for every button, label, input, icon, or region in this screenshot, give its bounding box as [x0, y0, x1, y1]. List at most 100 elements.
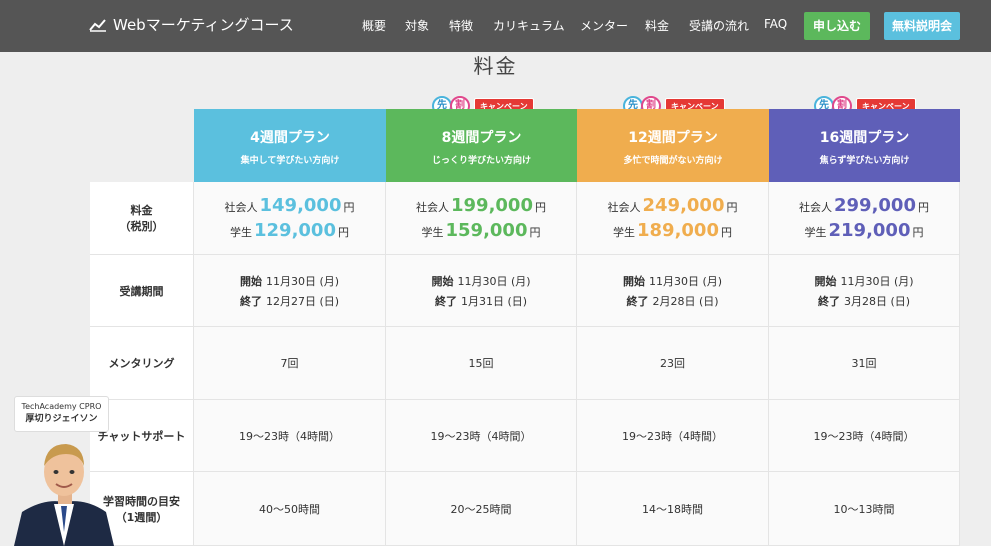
hours-cell: 20〜25時間: [386, 472, 577, 546]
plan-subtitle: じっくり学びたい方向け: [431, 156, 531, 166]
student-label: 学生: [613, 226, 635, 239]
nav-flow[interactable]: 受講の流れ: [689, 17, 749, 34]
chart-line-icon: [89, 18, 106, 32]
worker-label: 社会人: [799, 201, 832, 214]
end-date: 3月28日 (日): [843, 294, 911, 308]
plan-header-16w: 16週間プラン 焦らず学びたい方向け: [769, 109, 960, 182]
end-label: 終了: [434, 294, 457, 308]
nav-price[interactable]: 料金: [645, 17, 669, 34]
mentoring-count: 23回: [660, 357, 685, 370]
mentoring-count: 7回: [280, 357, 299, 370]
worker-label: 社会人: [224, 201, 258, 214]
nav-features[interactable]: 特徴: [449, 17, 473, 34]
hours-cell: 40〜50時間: [194, 472, 386, 546]
price-label: 料金: [130, 204, 153, 217]
plan-name: 16週間プラン: [819, 130, 910, 146]
mentoring-label: メンタリング: [108, 357, 175, 370]
period-cell: 開始 11月30日 (月) 終了 2月28日 (日): [577, 255, 769, 327]
mentoring-cell: 7回: [194, 327, 386, 400]
support-hours: 19〜23時（4時間）: [813, 429, 915, 443]
hours-cell: 10〜13時間: [769, 472, 960, 546]
nav-target[interactable]: 対象: [405, 17, 429, 34]
nav-mentor[interactable]: メンター: [580, 17, 628, 34]
hours-cell: 14〜18時間: [577, 472, 769, 546]
period-cell: 開始 11月30日 (月) 終了 3月28日 (日): [769, 255, 960, 327]
period-cell: 開始 11月30日 (月) 終了 12月27日 (日): [194, 255, 386, 327]
hours-note: （1週間）: [115, 510, 168, 524]
mentoring-count: 31回: [851, 357, 877, 370]
yen-label: 円: [912, 226, 924, 239]
study-hours: 40〜50時間: [259, 502, 320, 516]
period-row: 受講期間 開始 11月30日 (月) 終了 12月27日 (日) 開始 11月30日 …: [90, 255, 960, 327]
study-hours: 10〜13時間: [833, 502, 895, 516]
start-date: 11月30日 (月): [840, 274, 914, 288]
support-cell: 19〜23時（4時間）: [769, 400, 960, 472]
brand-link[interactable]: Webマーケティングコース: [89, 14, 294, 35]
brand-title: Webマーケティングコース: [113, 16, 294, 34]
plan-subtitle: 焦らず学びたい方向け: [819, 156, 910, 166]
student-label: 学生: [804, 226, 827, 239]
period-label-cell: 受講期間: [90, 255, 194, 327]
price-student: 189,000: [637, 220, 719, 241]
mentoring-cell: 31回: [769, 327, 960, 400]
price-cell: 社会人 249,000 円 学生 189,000 円: [577, 182, 769, 255]
mascot-name: 厚切りジェイソン: [25, 414, 98, 424]
plan-name: 4週間プラン: [250, 130, 330, 146]
end-label: 終了: [817, 294, 840, 308]
study-hours: 20〜25時間: [450, 502, 512, 516]
mascot-avatar[interactable]: [14, 432, 114, 546]
plan-subtitle: 多忙で時間がない方向け: [623, 156, 723, 166]
nav-overview[interactable]: 概要: [362, 17, 386, 34]
yen-label: 円: [529, 226, 541, 239]
worker-label: 社会人: [416, 201, 449, 214]
hours-label: 学習時間の目安: [103, 494, 180, 508]
plan-name: 12週間プラン: [628, 130, 718, 146]
mascot-brand: TechAcademy CPRO: [21, 402, 102, 411]
mascot-bubble[interactable]: TechAcademy CPRO 厚切りジェイソン: [14, 396, 109, 432]
price-cell: 社会人 149,000 円 学生 129,000 円: [194, 182, 386, 255]
mentoring-label-cell: メンタリング: [90, 327, 194, 400]
study-hours-row: 学習時間の目安 （1週間） 40〜50時間 20〜25時間 14〜18時間 10…: [90, 472, 960, 546]
price-student: 159,000: [445, 220, 528, 241]
price-row: 料金 （税別） 社会人 149,000 円 学生 129,000 円 社会人 199,00…: [90, 182, 960, 255]
plan-header-8w: 8週間プラン じっくり学びたい方向け: [386, 109, 577, 182]
price-student: 129,000: [254, 220, 336, 241]
end-date: 12月27日 (日): [265, 294, 340, 308]
nav-curriculum[interactable]: カリキュラム: [493, 17, 565, 34]
chat-support-row: チャットサポート 19〜23時（4時間） 19〜23時（4時間） 19〜23時（…: [90, 400, 960, 472]
student-label: 学生: [230, 226, 252, 239]
mentoring-row: メンタリング 7回 15回 23回 31回: [90, 327, 960, 400]
mentoring-count: 15回: [468, 357, 494, 370]
student-label: 学生: [421, 226, 444, 239]
yen-label: 円: [917, 201, 929, 214]
worker-label: 社会人: [607, 201, 641, 214]
yen-label: 円: [726, 201, 738, 214]
end-date: 2月28日 (日): [652, 294, 719, 308]
end-date: 1月31日 (日): [460, 294, 528, 308]
yen-label: 円: [337, 226, 349, 239]
plan-header-12w: 12週間プラン 多忙で時間がない方向け: [577, 109, 769, 182]
study-hours: 14〜18時間: [642, 502, 703, 516]
nav-faq[interactable]: FAQ: [764, 17, 787, 31]
price-worker: 299,000: [834, 195, 916, 216]
price-cell: 社会人 299,000 円 学生 219,000 円: [769, 182, 960, 255]
start-date: 11月30日 (月): [265, 274, 340, 288]
apply-button[interactable]: 申し込む: [804, 12, 870, 40]
support-cell: 19〜23時（4時間）: [194, 400, 386, 472]
yen-label: 円: [720, 226, 732, 239]
free-seminar-button[interactable]: 無料説明会: [884, 12, 960, 40]
start-label: 開始: [814, 274, 837, 288]
start-date: 11月30日 (月): [648, 274, 723, 288]
yen-label: 円: [343, 201, 355, 214]
period-label: 受講期間: [119, 284, 164, 298]
price-note: （税別）: [119, 220, 164, 233]
support-cell: 19〜23時（4時間）: [577, 400, 769, 472]
support-hours: 19〜23時（4時間）: [430, 429, 532, 443]
end-label: 終了: [626, 294, 649, 308]
price-worker: 149,000: [259, 195, 342, 216]
support-hours: 19〜23時（4時間）: [622, 429, 723, 443]
support-hours: 19〜23時（4時間）: [239, 429, 340, 443]
price-worker: 249,000: [642, 195, 725, 216]
plan-subtitle: 集中して学びたい方向け: [240, 156, 340, 166]
yen-label: 円: [534, 201, 546, 214]
